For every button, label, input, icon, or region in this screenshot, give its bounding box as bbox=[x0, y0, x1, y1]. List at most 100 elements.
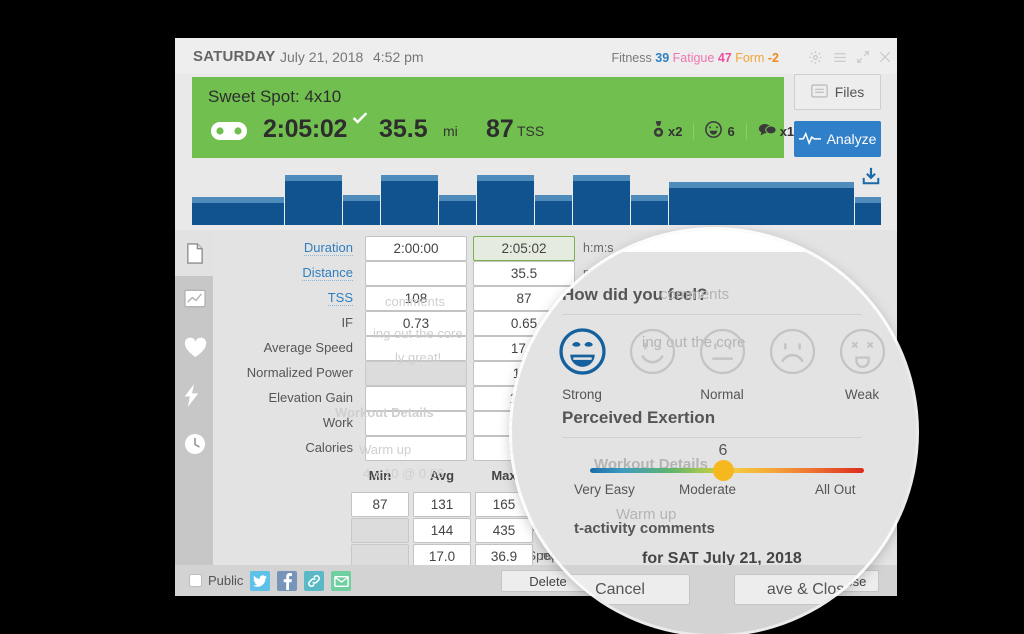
ghost-text-comments: comments bbox=[385, 294, 445, 309]
comment-count: x1 bbox=[780, 124, 794, 139]
bike-chain-icon bbox=[210, 121, 248, 146]
fatigue-value: 47 bbox=[718, 51, 732, 65]
profile-bar-cap bbox=[343, 195, 380, 201]
exertion-heading: Perceived Exertion bbox=[562, 408, 715, 428]
metric-label: Normalized Power bbox=[247, 365, 353, 380]
email-icon[interactable] bbox=[331, 571, 351, 591]
sidebar-item-heart[interactable] bbox=[175, 324, 213, 372]
ghost-text-warmup: Warm up bbox=[359, 442, 411, 457]
profile-bar-cap bbox=[631, 195, 668, 201]
mag-notes-card-edge bbox=[512, 230, 916, 252]
metric-label[interactable]: TSS bbox=[328, 290, 353, 306]
stats-min-input[interactable]: 87 bbox=[351, 492, 409, 517]
fitness-value: 39 bbox=[655, 51, 669, 65]
metric-label: IF bbox=[341, 315, 353, 330]
form-value: -2 bbox=[768, 51, 779, 65]
feel-option-label: Strong bbox=[557, 387, 607, 402]
feel-option-unlabeled-1[interactable] bbox=[627, 328, 677, 402]
sidebar-item-power[interactable] bbox=[175, 372, 213, 420]
stats-min-input[interactable] bbox=[351, 518, 409, 543]
document-icon bbox=[184, 243, 205, 264]
header-weekday: SATURDAY bbox=[193, 48, 275, 65]
public-checkbox[interactable] bbox=[189, 574, 202, 587]
smiley-badge[interactable]: 6 bbox=[705, 121, 734, 141]
face-weak-icon bbox=[839, 362, 886, 379]
comments-heading: t-activity comments bbox=[574, 520, 715, 537]
analyze-button[interactable]: Analyze bbox=[794, 121, 881, 157]
public-label: Public bbox=[208, 573, 243, 588]
files-icon bbox=[811, 84, 828, 101]
feel-option-label: Weak bbox=[837, 387, 887, 402]
mag-cancel-button[interactable]: Cancel bbox=[550, 574, 690, 605]
profile-bar bbox=[534, 195, 572, 225]
summary-distance: 35.5 bbox=[379, 115, 428, 144]
heart-icon bbox=[184, 337, 205, 358]
exertion-value: 6 bbox=[703, 442, 743, 460]
summary-tss: 87 bbox=[486, 115, 514, 144]
profile-bar-cap bbox=[439, 195, 476, 201]
face-normal-icon bbox=[699, 362, 746, 379]
facebook-icon[interactable] bbox=[277, 571, 297, 591]
exertion-mid-label: Moderate bbox=[679, 482, 736, 497]
profile-bar-cap bbox=[285, 175, 342, 181]
ghost-text-note-2: ly great! bbox=[395, 350, 441, 365]
sidebar-item-time[interactable] bbox=[175, 420, 213, 468]
feel-option-unlabeled-3[interactable] bbox=[767, 328, 817, 402]
ghost-text-interval: 4 x 10 @ 0.88 bbox=[363, 466, 444, 481]
stats-avg-input[interactable]: 131 bbox=[413, 492, 471, 517]
mag-ghost-comments: comments bbox=[660, 286, 729, 303]
workout-summary-banner: Sweet Spot: 4x10 2:05:02 35.5 mi 87 TSS bbox=[192, 77, 784, 158]
gear-icon[interactable] bbox=[808, 50, 823, 65]
profile-bar-cap bbox=[381, 175, 438, 181]
profile-bar-cap bbox=[192, 197, 284, 203]
feel-divider bbox=[562, 314, 862, 315]
medal-badge[interactable]: x2 bbox=[652, 121, 682, 141]
twitter-icon[interactable] bbox=[250, 571, 270, 591]
comment-badge[interactable]: x1 bbox=[758, 122, 794, 140]
profile-bar bbox=[572, 175, 630, 225]
screenshot-root: SATURDAY July 21, 2018 4:52 pm Fitness 3… bbox=[0, 0, 1024, 634]
window-header: SATURDAY July 21, 2018 4:52 pm Fitness 3… bbox=[175, 38, 897, 74]
metric-label[interactable]: Duration bbox=[304, 240, 353, 256]
feel-option-normal[interactable]: Normal bbox=[697, 328, 747, 402]
profile-bar bbox=[438, 195, 476, 225]
ghost-text-note: ing out the core bbox=[373, 326, 463, 341]
analyze-label: Analyze bbox=[827, 131, 877, 147]
mag-delete-button[interactable]: e bbox=[512, 574, 534, 605]
files-button[interactable]: Files bbox=[794, 74, 881, 110]
summary-badges: x2 6 bbox=[652, 121, 794, 141]
lightning-icon bbox=[184, 384, 205, 405]
analyze-waveform-icon bbox=[799, 131, 821, 148]
workout-profile-chart[interactable] bbox=[192, 168, 881, 225]
magnifier-footer: e Cancel ave & Close bbox=[512, 565, 916, 634]
badge-divider-2 bbox=[746, 123, 747, 140]
face-bad-icon bbox=[769, 362, 816, 379]
comment-icon bbox=[758, 122, 777, 140]
stats-avg-input[interactable]: 144 bbox=[413, 518, 471, 543]
sidebar-item-document[interactable] bbox=[175, 230, 213, 276]
planned-input[interactable]: 2:00:00 bbox=[365, 236, 467, 261]
metric-label: Calories bbox=[305, 440, 353, 455]
profile-bar-cap bbox=[477, 175, 534, 181]
close-icon[interactable] bbox=[878, 50, 892, 64]
metric-label[interactable]: Distance bbox=[302, 265, 353, 281]
feel-option-strong[interactable]: Strong bbox=[557, 328, 607, 402]
header-date: July 21, 2018 bbox=[280, 49, 363, 65]
expand-icon[interactable] bbox=[856, 50, 870, 64]
feel-option-weak[interactable]: Weak bbox=[837, 328, 887, 402]
menu-icon[interactable] bbox=[832, 50, 848, 65]
profile-bar-cap bbox=[535, 195, 572, 201]
link-icon[interactable] bbox=[304, 571, 324, 591]
sidebar-item-chart[interactable] bbox=[175, 276, 213, 324]
download-icon[interactable] bbox=[861, 166, 881, 191]
planned-input[interactable] bbox=[365, 261, 467, 286]
exertion-slider-knob[interactable] bbox=[713, 460, 734, 481]
profile-bar bbox=[668, 182, 854, 225]
mag-save-close-button[interactable]: ave & Close bbox=[734, 574, 886, 605]
files-label: Files bbox=[835, 84, 865, 100]
feel-rating-group[interactable]: Strong Normal Weak bbox=[557, 328, 887, 402]
face-good-icon bbox=[629, 362, 676, 379]
form-label: Form bbox=[735, 51, 764, 65]
face-strong-icon bbox=[559, 362, 606, 379]
profile-bar-cap bbox=[573, 175, 630, 181]
